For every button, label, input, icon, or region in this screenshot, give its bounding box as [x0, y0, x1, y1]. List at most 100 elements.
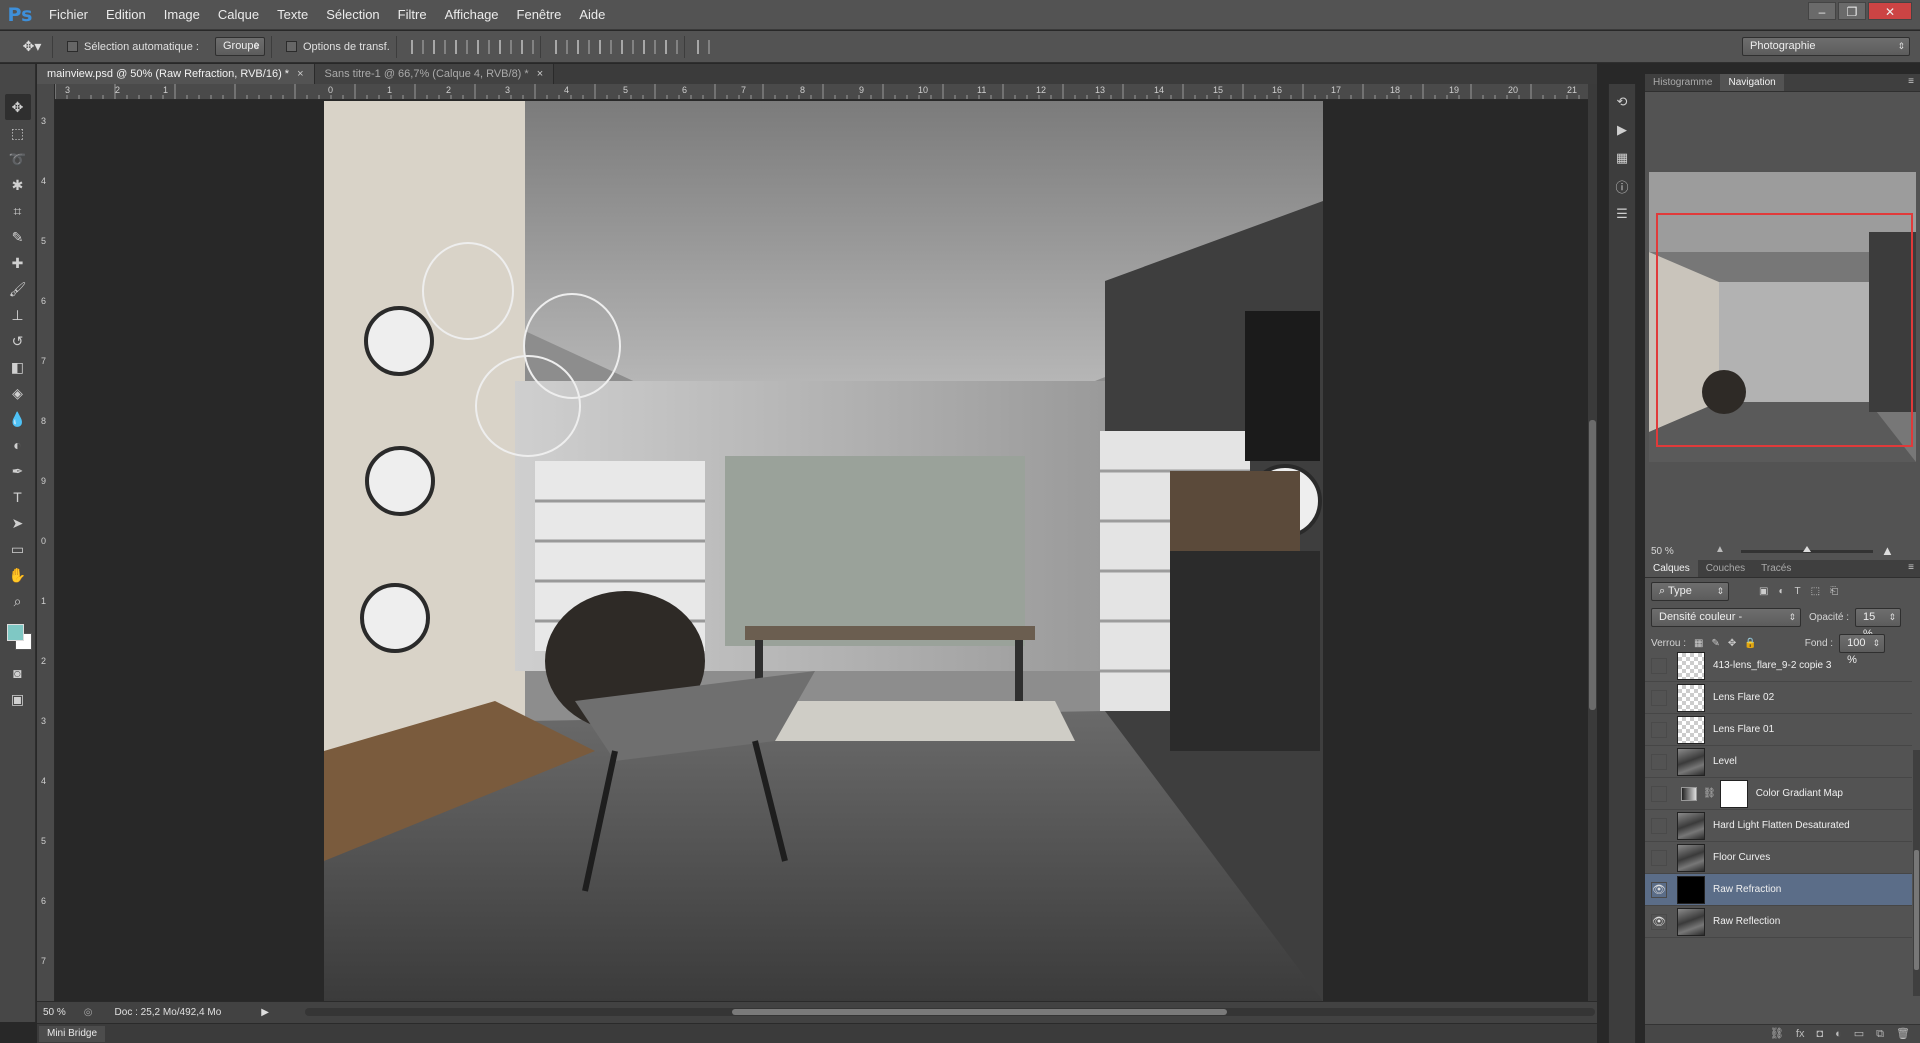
- lock-position-icon[interactable]: ✥: [1728, 638, 1736, 649]
- layer-row-selected[interactable]: 👁 Raw Refraction: [1645, 874, 1912, 906]
- tab-traces[interactable]: Tracés: [1753, 560, 1799, 577]
- menu-affichage[interactable]: Affichage: [436, 0, 508, 30]
- distribute-left-icon[interactable]: [620, 39, 634, 54]
- screen-mode-icon[interactable]: ▣: [5, 686, 31, 712]
- lock-paint-icon[interactable]: ✎: [1711, 638, 1719, 649]
- move-tool-preset-icon[interactable]: ✥▾: [18, 36, 46, 58]
- horizontal-scroll-thumb[interactable]: [732, 1009, 1227, 1015]
- type-tool-icon[interactable]: T: [5, 484, 31, 510]
- filter-pixel-icon[interactable]: ▣: [1759, 586, 1768, 597]
- align-top-icon[interactable]: [410, 39, 424, 54]
- blur-tool-icon[interactable]: 💧: [5, 406, 31, 432]
- zoom-tool-icon[interactable]: ⌕: [5, 588, 31, 614]
- history-brush-icon[interactable]: ↺: [5, 328, 31, 354]
- auto-align-icon[interactable]: [696, 39, 710, 54]
- restore-icon[interactable]: ❐: [1838, 2, 1866, 20]
- history-icon[interactable]: ⟲: [1612, 92, 1632, 112]
- actions-play-icon[interactable]: ▶: [1612, 120, 1632, 140]
- align-left-icon[interactable]: [476, 39, 490, 54]
- navigator-zoom-knob[interactable]: [1803, 546, 1811, 552]
- navigator-zoom-value[interactable]: 50 %: [1651, 546, 1674, 557]
- layers-scroll-thumb[interactable]: [1914, 850, 1919, 970]
- filter-type-icon[interactable]: T: [1795, 586, 1801, 597]
- distribute-hcenter-icon[interactable]: [642, 39, 656, 54]
- visibility-eye-icon[interactable]: 👁: [1651, 913, 1667, 930]
- auto-select-dropdown[interactable]: Groupe: [214, 37, 265, 56]
- tab-sans-titre[interactable]: Sans titre-1 @ 66,7% (Calque 4, RVB/8) *…: [314, 64, 555, 84]
- blend-mode-dropdown[interactable]: Densité couleur -: [1651, 607, 1801, 627]
- menu-aide[interactable]: Aide: [570, 0, 614, 30]
- eyedropper-icon[interactable]: ✎: [5, 224, 31, 250]
- status-menu-arrow-icon[interactable]: ▶: [261, 1007, 269, 1018]
- add-mask-icon[interactable]: ◘: [1816, 1025, 1823, 1043]
- mini-bridge-tab[interactable]: Mini Bridge: [39, 1026, 106, 1042]
- vertical-scroll-thumb[interactable]: [1589, 420, 1596, 710]
- menu-image[interactable]: Image: [155, 0, 209, 30]
- visibility-toggle[interactable]: [1651, 689, 1667, 706]
- tab-couches[interactable]: Couches: [1698, 560, 1753, 577]
- zoom-level[interactable]: 50 %: [43, 1007, 66, 1018]
- filter-adjustment-icon[interactable]: ◐: [1778, 586, 1784, 597]
- navigator-zoom-slider[interactable]: [1741, 546, 1873, 553]
- distribute-right-icon[interactable]: [664, 39, 678, 54]
- link-layers-icon[interactable]: ⛓: [1770, 1025, 1784, 1043]
- visibility-toggle[interactable]: [1651, 849, 1667, 866]
- canvas-area[interactable]: [55, 101, 1588, 1001]
- menu-selection[interactable]: Sélection: [317, 0, 388, 30]
- workspace-dropdown[interactable]: Photographie: [1742, 37, 1910, 56]
- visibility-toggle[interactable]: [1651, 753, 1667, 770]
- tab-calques[interactable]: Calques: [1645, 560, 1698, 577]
- auto-select-checkbox[interactable]: [67, 41, 78, 52]
- minimize-icon[interactable]: –: [1808, 2, 1836, 20]
- align-right-icon[interactable]: [520, 39, 534, 54]
- foreground-color[interactable]: [6, 624, 24, 641]
- close-tab-icon[interactable]: ×: [537, 68, 543, 80]
- visibility-toggle[interactable]: [1651, 721, 1667, 738]
- distribute-bottom-icon[interactable]: [598, 39, 612, 54]
- layer-filter-dropdown[interactable]: ⌕ Type: [1651, 581, 1729, 601]
- stamp-tool-icon[interactable]: ⊥: [5, 302, 31, 328]
- horizontal-scrollbar[interactable]: [305, 1008, 1595, 1016]
- distribute-vcenter-icon[interactable]: [576, 39, 590, 54]
- layer-mask-thumbnail[interactable]: [1719, 779, 1748, 808]
- info-icon[interactable]: ⓘ: [1612, 176, 1632, 196]
- visibility-toggle[interactable]: [1651, 657, 1667, 674]
- zoom-in-icon[interactable]: ▲: [1881, 543, 1894, 558]
- mask-link-icon[interactable]: ⛓: [1703, 788, 1716, 799]
- move-tool-icon[interactable]: ✥: [4, 94, 31, 120]
- crop-tool-icon[interactable]: ⌗: [5, 198, 31, 224]
- menu-filtre[interactable]: Filtre: [389, 0, 436, 30]
- panel-menu-icon[interactable]: ≡: [1908, 562, 1914, 573]
- transform-checkbox[interactable]: [285, 41, 297, 52]
- layer-comps-icon[interactable]: ☰: [1612, 204, 1632, 224]
- lasso-tool-icon[interactable]: ➰: [5, 146, 31, 172]
- delete-layer-icon[interactable]: 🗑: [1896, 1025, 1910, 1043]
- tab-navigation[interactable]: Navigation: [1720, 74, 1784, 91]
- zoom-out-icon[interactable]: ▲: [1715, 544, 1725, 555]
- auto-select-option[interactable]: Sélection automatique :: [67, 41, 199, 53]
- layer-row[interactable]: Level: [1645, 746, 1912, 778]
- filter-shape-icon[interactable]: ⬚: [1811, 586, 1820, 597]
- layer-row[interactable]: 👁 Raw Reflection: [1645, 906, 1912, 938]
- hand-tool-icon[interactable]: ✋: [5, 562, 31, 588]
- menu-edition[interactable]: Edition: [97, 0, 155, 30]
- status-icon[interactable]: ◎: [84, 1007, 93, 1018]
- visibility-toggle[interactable]: [1651, 785, 1667, 802]
- menu-fenetre[interactable]: Fenêtre: [508, 0, 571, 30]
- layer-row[interactable]: Hard Light Flatten Desaturated: [1645, 810, 1912, 842]
- align-bottom-icon[interactable]: [454, 39, 468, 54]
- brush-presets-icon[interactable]: ▦: [1612, 148, 1632, 168]
- visibility-eye-icon[interactable]: 👁: [1651, 881, 1667, 898]
- marquee-tool-icon[interactable]: ⬚: [5, 120, 31, 146]
- document-image[interactable]: [55, 101, 1588, 1001]
- menu-calque[interactable]: Calque: [209, 0, 268, 30]
- quick-mask-icon[interactable]: ◙: [5, 660, 31, 686]
- vertical-scrollbar[interactable]: [1588, 84, 1597, 1001]
- align-hcenter-icon[interactable]: [498, 39, 512, 54]
- panel-menu-icon[interactable]: ≡: [1908, 76, 1914, 87]
- pen-tool-icon[interactable]: ✒: [5, 458, 31, 484]
- layer-row[interactable]: 413-lens_flare_9-2 copie 3: [1645, 650, 1912, 682]
- layers-scrollbar[interactable]: [1913, 750, 1920, 996]
- layer-row[interactable]: Floor Curves: [1645, 842, 1912, 874]
- rectangle-tool-icon[interactable]: ▭: [5, 536, 31, 562]
